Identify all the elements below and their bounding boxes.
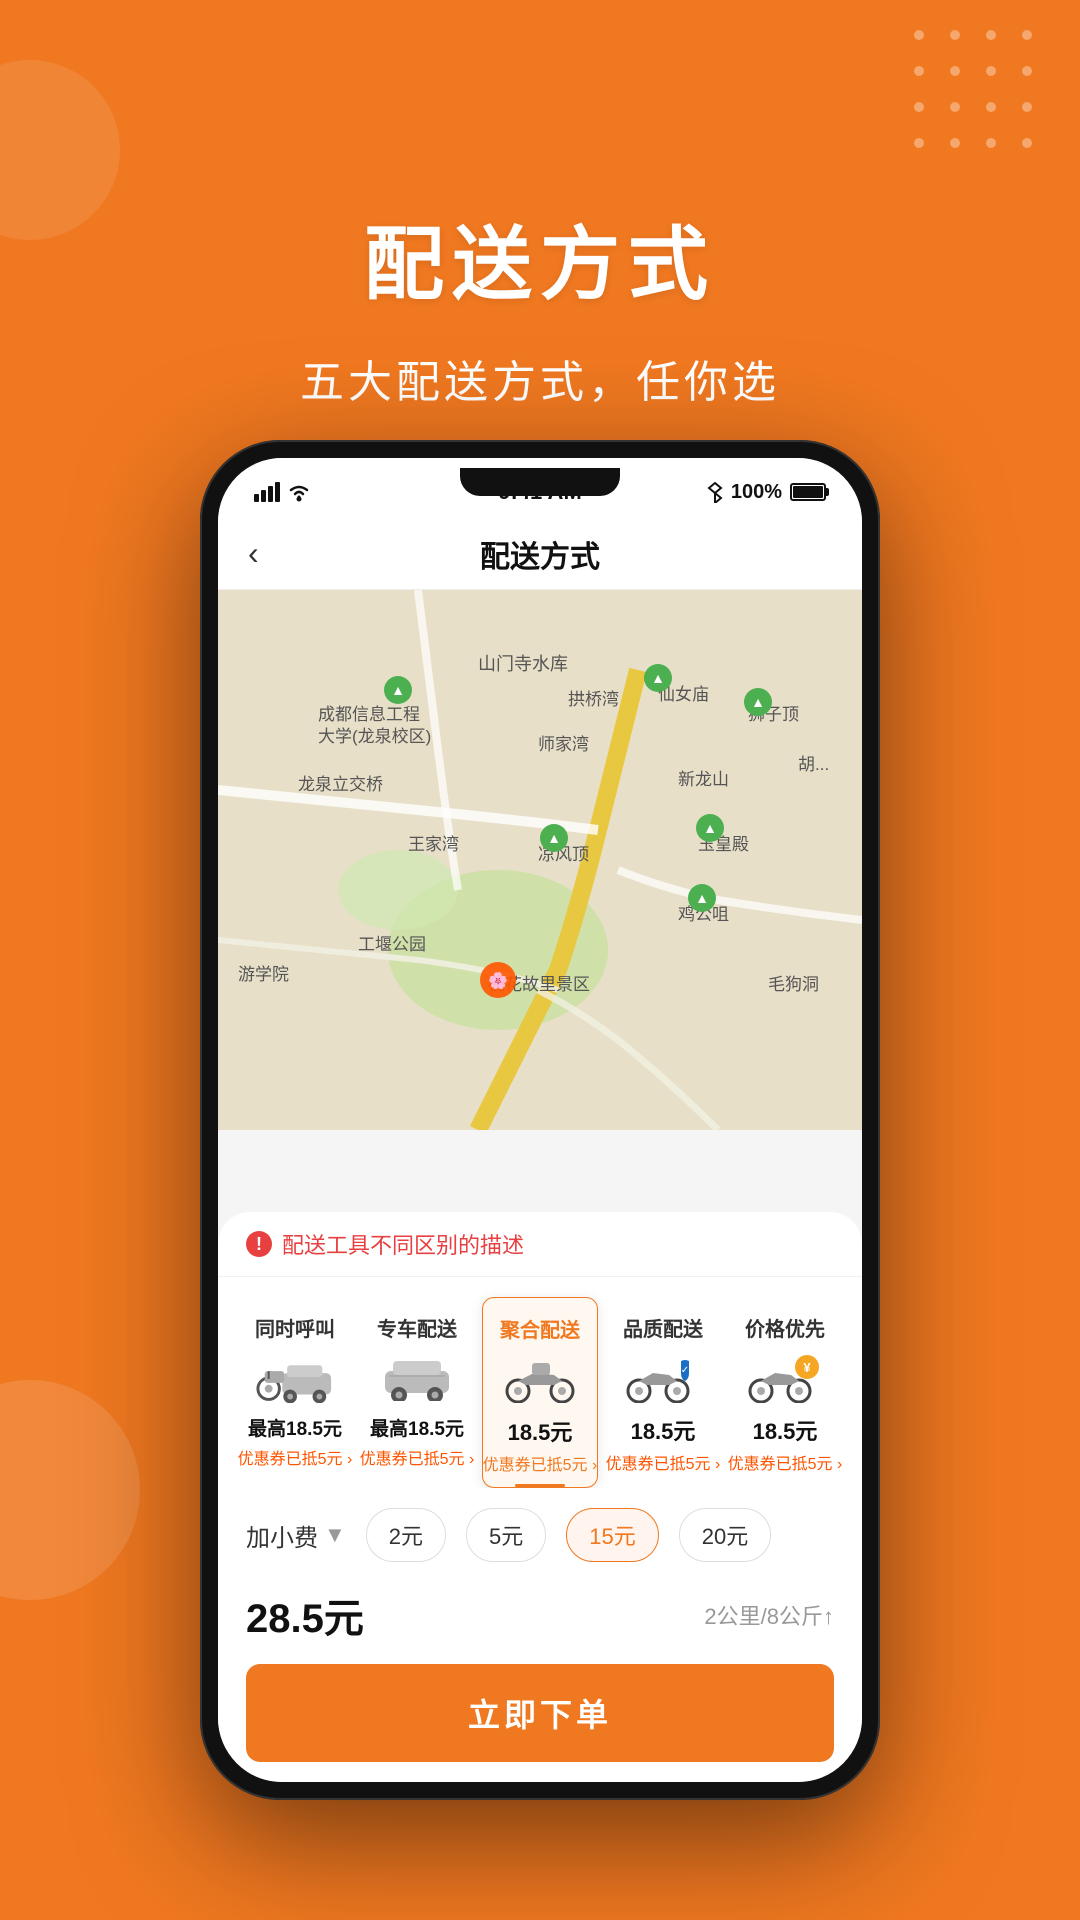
svg-text:▲: ▲ [751,694,765,710]
option-price-4: 18.5元 [631,1414,696,1446]
svg-text:师家湾: 师家湾 [538,735,589,754]
option-icon-area-4: ✓ [623,1350,703,1404]
svg-text:▲: ▲ [651,670,665,686]
header-section: 配送方式 五大配送方式，任你选 [0,0,1080,410]
page-subtitle: 五大配送方式，任你选 [0,346,1080,410]
signal-icon [254,482,280,502]
bluetooth-icon [707,481,723,503]
delivery-option-simultaneous[interactable]: 同时呼叫 [238,1297,352,1488]
option-name-1: 同时呼叫 [255,1313,335,1342]
fee-option-15[interactable]: 15元 [566,1508,658,1562]
add-fee-label: 加小费 ▼ [246,1518,346,1553]
warning-icon: ! [246,1231,272,1257]
svg-text:▲: ▲ [703,820,717,836]
battery-percent: 100% [731,481,782,504]
svg-text:山门寺水库: 山门寺水库 [478,654,568,674]
active-indicator [515,1484,565,1487]
status-right: 100% [707,481,826,504]
warning-notice: ! 配送工具不同区别的描述 [218,1212,862,1277]
option-name-5: 价格优先 [745,1313,825,1342]
svg-text:▲: ▲ [547,830,561,846]
nav-title: 配送方式 [480,532,600,576]
svg-text:🌸: 🌸 [488,971,508,990]
nav-bar: ‹ 配送方式 [218,518,862,590]
order-button[interactable]: 立即下单 [246,1664,834,1762]
svg-text:毛狗洞: 毛狗洞 [768,975,819,994]
battery-icon [790,483,826,501]
svg-text:成都信息工程: 成都信息工程 [318,705,420,724]
delivery-option-aggregate[interactable]: 聚合配送 18.5元 [482,1297,598,1488]
svg-text:✓: ✓ [681,1365,689,1376]
svg-text:▲: ▲ [391,682,405,698]
fee-option-2[interactable]: 2元 [366,1508,446,1562]
back-button[interactable]: ‹ [248,535,259,572]
svg-text:▲: ▲ [695,890,709,906]
status-left [254,482,312,502]
option-icon-area-5: ¥ [745,1350,825,1404]
fee-option-20[interactable]: 20元 [679,1508,771,1562]
option-icon-area-3 [500,1351,580,1405]
map-svg: 山门寺水库 成都信息工程 大学(龙泉校区) 龙泉立交桥 仙女庙 狮子顶 新龙山 … [218,590,862,1130]
phone-shell: 9:41 AM 100% ‹ 配送方式 [200,440,880,1800]
option-name-2: 专车配送 [377,1313,457,1342]
phone-screen: 9:41 AM 100% ‹ 配送方式 [218,458,862,1782]
status-time: 9:41 AM [498,479,582,505]
wifi-icon [286,482,312,502]
option-icon-area-2 [377,1350,457,1404]
svg-text:¥: ¥ [803,1360,811,1375]
map-area: 山门寺水库 成都信息工程 大学(龙泉校区) 龙泉立交桥 仙女庙 狮子顶 新龙山 … [218,590,862,1130]
delivery-option-car[interactable]: 专车配送 最高18.5元 [360,1297,474,1488]
svg-text:拱桥湾: 拱桥湾 [568,690,619,709]
total-info: 2公里/8公斤↑ [704,1599,834,1631]
add-fee-row: 加小费 ▼ 2元 5元 15元 20元 [218,1488,862,1582]
fee-option-5[interactable]: 5元 [466,1508,546,1562]
option-name-3: 聚合配送 [500,1314,580,1343]
option-coupon-1: 优惠券已抵5元 › [238,1445,353,1469]
option-name-4: 品质配送 [623,1313,703,1342]
svg-text:大学(龙泉校区): 大学(龙泉校区) [318,727,431,746]
svg-text:工堰公园: 工堰公园 [358,935,426,954]
phone-mockup: 9:41 AM 100% ‹ 配送方式 [200,440,880,1800]
option-coupon-2: 优惠券已抵5元 › [360,1445,475,1469]
svg-text:游学院: 游学院 [238,965,289,984]
delivery-options-row: 同时呼叫 [218,1277,862,1488]
warning-text: 配送工具不同区别的描述 [282,1228,524,1260]
page-title: 配送方式 [0,200,1080,316]
svg-text:胡...: 胡... [798,755,829,774]
option-price-5: 18.5元 [753,1414,818,1446]
option-icon-area-1 [255,1350,335,1404]
option-price-3: 18.5元 [508,1415,573,1447]
circle-decoration-bl [0,1380,140,1600]
option-coupon-3: 优惠券已抵5元 › [483,1451,598,1475]
option-coupon-4: 优惠券已抵5元 › [606,1450,721,1474]
bottom-sheet: ! 配送工具不同区别的描述 同时呼叫 [218,1212,862,1782]
status-bar: 9:41 AM 100% [218,458,862,518]
option-price-2: 最高18.5元 [370,1414,464,1441]
delivery-option-price-first[interactable]: 价格优先 ¥ [728,1297,842,1488]
total-row: 28.5元 2公里/8公斤↑ [218,1582,862,1664]
delivery-option-quality[interactable]: 品质配送 ✓ [606,1297,720,1488]
svg-text:新龙山: 新龙山 [678,770,729,789]
add-fee-dropdown-icon[interactable]: ▼ [324,1522,346,1548]
total-price: 28.5元 [246,1586,364,1644]
option-price-1: 最高18.5元 [248,1414,342,1441]
svg-text:龙泉立交桥: 龙泉立交桥 [298,775,383,794]
option-coupon-5: 优惠券已抵5元 › [728,1450,843,1474]
svg-text:王家湾: 王家湾 [408,835,459,854]
